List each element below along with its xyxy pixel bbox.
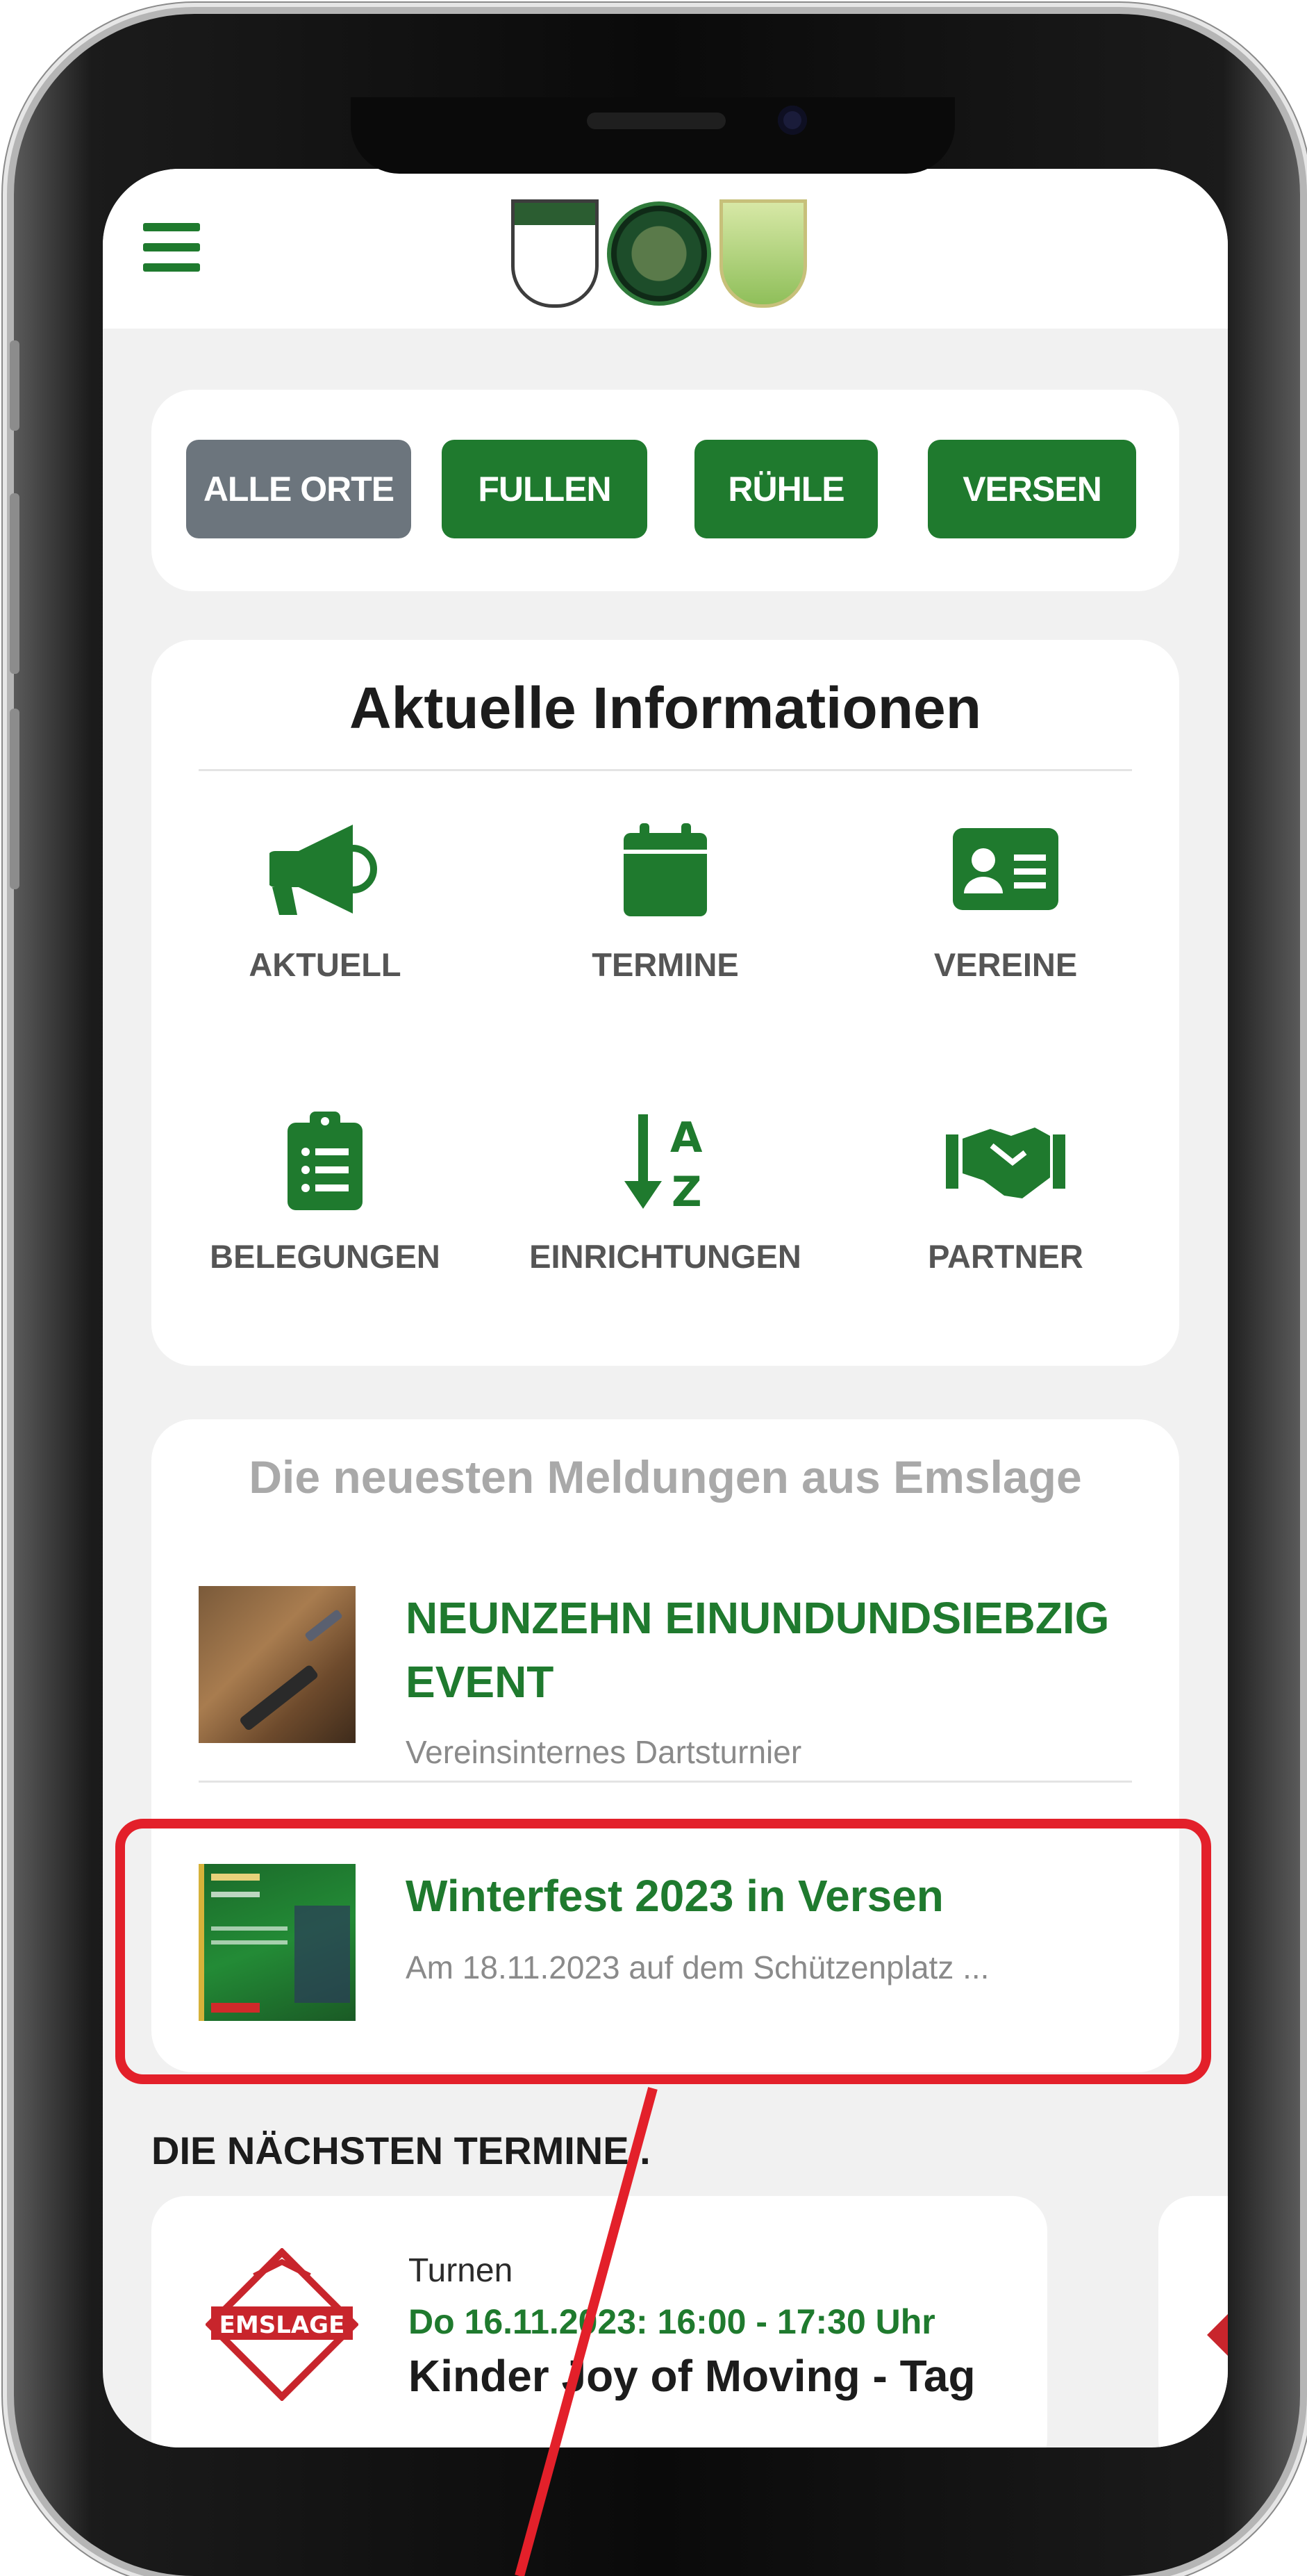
news-thumbnail-winterfest <box>199 1864 356 2021</box>
filter-ruehle-button[interactable]: RÜHLE <box>694 440 878 538</box>
tile-label: BELEGUNGEN <box>210 1238 440 1275</box>
event-card[interactable]: EMSLAGE Turnen Do 16.11.2023: 16:00 - 17… <box>151 2196 1047 2447</box>
divider <box>199 1781 1132 1783</box>
news-title: NEUNZEHN EINUNDUNDSIEBZIG EVENT <box>406 1593 1110 1707</box>
event-category: Turnen <box>408 2252 513 2289</box>
divider <box>199 769 1132 771</box>
event-date: Do 16.11.2023: 16:00 - 17:30 Uhr <box>408 2302 935 2341</box>
news-thumbnail-darts <box>199 1586 356 1743</box>
crest-left-logo <box>511 199 599 308</box>
place-filter-card: ALLE ORTE FULLEN RÜHLE VERSEN <box>151 390 1179 591</box>
handshake-icon <box>860 1105 1151 1216</box>
club-logo-text: EMSLAGE <box>219 2311 345 2339</box>
news-item[interactable]: NEUNZEHN EINUNDUNDSIEBZIG EVENT Vereinsi… <box>199 1586 1132 1770</box>
front-camera <box>778 106 807 135</box>
tile-partner[interactable]: PARTNER <box>860 1105 1151 1314</box>
tile-label: PARTNER <box>928 1238 1083 1275</box>
news-item[interactable]: Winterfest 2023 in Versen Am 18.11.2023 … <box>199 1864 1132 2024</box>
hamburger-menu-icon[interactable] <box>143 223 200 272</box>
app-screen: ALLE ORTE FULLEN RÜHLE VERSEN Aktuelle I… <box>103 169 1228 2447</box>
upcoming-events-heading: DIE NÄCHSTEN TERMINE.. <box>151 2129 651 2172</box>
tile-vereine[interactable]: VEREINE <box>860 814 1151 1022</box>
svg-text:Z: Z <box>672 1168 702 1213</box>
tile-aktuell[interactable]: AKTUELL <box>179 814 471 1022</box>
event-title: Kinder Joy of Moving - Tag <box>408 2351 976 2401</box>
tile-einrichtungen[interactable]: AZ EINRICHTUNGEN <box>519 1105 811 1314</box>
svg-text:A: A <box>670 1114 703 1162</box>
round-seal-logo <box>607 201 711 306</box>
filter-fullen-button[interactable]: FULLEN <box>442 440 647 538</box>
club-logo-partial <box>1207 2314 1228 2356</box>
header-logos[interactable] <box>511 198 807 309</box>
info-title: Aktuelle Informationen <box>349 675 982 741</box>
calendar-icon <box>519 814 811 925</box>
crest-right-logo <box>719 199 807 308</box>
filter-alle-orte-button[interactable]: ALLE ORTE <box>186 440 411 538</box>
volume-up-button <box>10 493 19 674</box>
sort-alpha-icon: AZ <box>519 1105 811 1216</box>
tile-belegungen[interactable]: BELEGUNGEN <box>179 1105 471 1314</box>
mute-switch <box>10 340 19 431</box>
clipboard-list-icon <box>179 1105 471 1216</box>
megaphone-icon <box>179 814 471 925</box>
id-card-icon <box>860 814 1151 925</box>
tile-label: TERMINE <box>592 946 739 983</box>
volume-down-button <box>10 709 19 889</box>
news-title: Winterfest 2023 in Versen <box>406 1871 944 1921</box>
phone-notch <box>351 97 955 174</box>
app-header <box>103 169 1228 329</box>
tile-label: VEREINE <box>933 946 1078 983</box>
event-card-next[interactable] <box>1158 2196 1228 2447</box>
tile-label: AKTUELL <box>249 946 401 983</box>
news-heading: Die neuesten Meldungen aus Emslage <box>249 1451 1082 1503</box>
news-subtitle: Vereinsinternes Dartsturnier <box>406 1734 802 1770</box>
tile-termine[interactable]: TERMINE <box>519 814 811 1022</box>
info-card: Aktuelle Informationen AKTUELL TERMINE V… <box>151 640 1179 1366</box>
tile-label: EINRICHTUNGEN <box>529 1238 801 1275</box>
news-card: Die neuesten Meldungen aus Emslage NEUNZ… <box>151 1419 1179 2072</box>
speaker-grille <box>587 113 726 129</box>
filter-versen-button[interactable]: VERSEN <box>928 440 1136 538</box>
club-logo: EMSLAGE <box>204 2247 360 2402</box>
news-subtitle: Am 18.11.2023 auf dem Schützenplatz ... <box>406 1949 990 1985</box>
